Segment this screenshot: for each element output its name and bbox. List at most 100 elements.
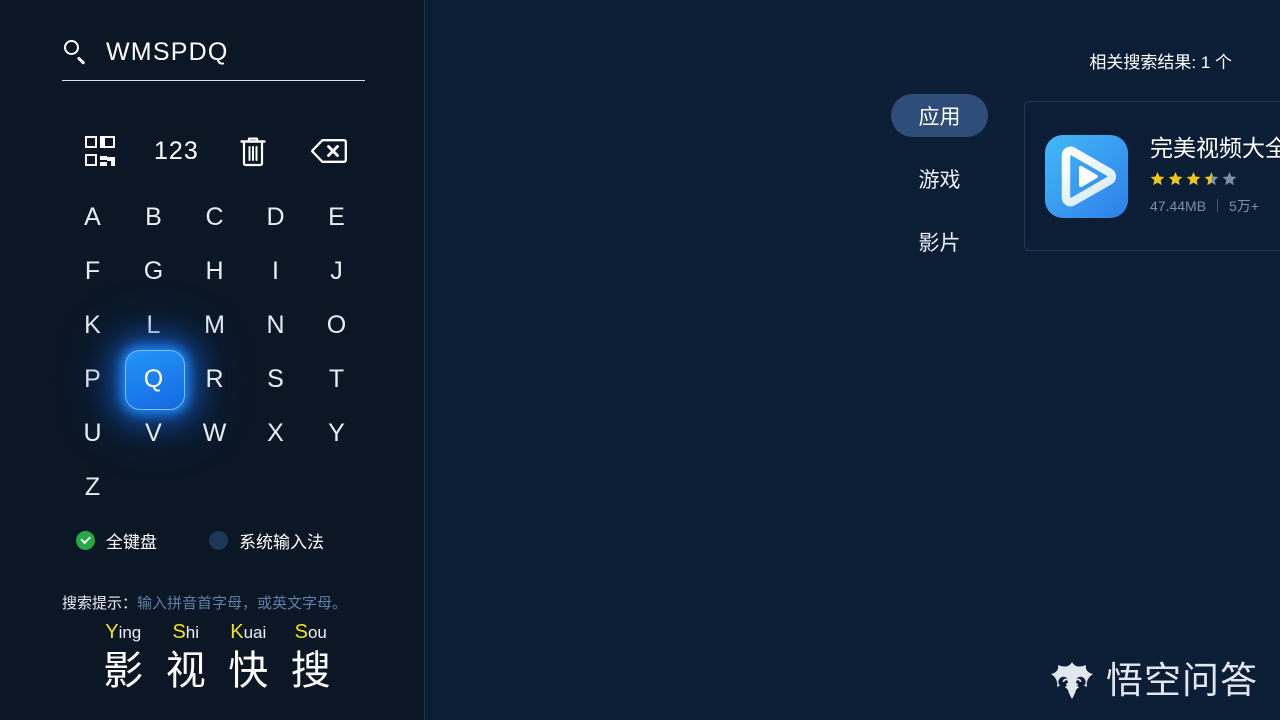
radio-unchecked-icon bbox=[209, 531, 228, 550]
key-label: K bbox=[84, 310, 101, 339]
search-field[interactable]: WMSPDQ bbox=[62, 31, 365, 73]
input-mode-full-keyboard[interactable]: 全键盘 bbox=[76, 528, 157, 553]
brand-chinese-row: 影视快搜 bbox=[92, 649, 342, 694]
key-label: M bbox=[204, 310, 225, 339]
app-title: 完美视频大全 bbox=[1150, 134, 1280, 161]
key-label: I bbox=[272, 256, 279, 285]
key-label: D bbox=[266, 202, 285, 231]
search-underline bbox=[62, 80, 365, 81]
key-t[interactable]: T bbox=[306, 352, 367, 406]
brand-char-3: 快 bbox=[228, 649, 269, 693]
key-f[interactable]: F bbox=[62, 244, 123, 298]
watermark: 悟空问答 bbox=[1048, 660, 1258, 700]
input-mode-options: 全键盘 系统输入法 bbox=[76, 528, 376, 553]
key-w[interactable]: W bbox=[184, 406, 245, 460]
key-label: P bbox=[84, 364, 101, 393]
key-e[interactable]: E bbox=[306, 190, 367, 244]
brand-char-4: 搜 bbox=[290, 649, 331, 693]
brand-logo: Ying Shi Kuai Sou 影视快搜 bbox=[92, 622, 342, 694]
key-u[interactable]: U bbox=[62, 406, 123, 460]
key-c[interactable]: C bbox=[184, 190, 245, 244]
backspace-button[interactable] bbox=[291, 128, 367, 174]
clear-all-button[interactable] bbox=[215, 128, 291, 174]
brand-pinyin-initial: K bbox=[230, 621, 244, 643]
key-o[interactable]: O bbox=[306, 298, 367, 352]
key-label: Q bbox=[143, 364, 164, 393]
key-x[interactable]: X bbox=[245, 406, 306, 460]
key-label: Z bbox=[84, 472, 101, 501]
brand-pinyin-2: Shi bbox=[155, 622, 218, 642]
star-2 bbox=[1168, 171, 1183, 185]
key-g[interactable]: G bbox=[123, 244, 184, 298]
key-label: H bbox=[205, 256, 224, 285]
key-label: B bbox=[145, 202, 162, 231]
result-card-app[interactable]: 完美视频大全 47.44MB 5万+ bbox=[1024, 101, 1280, 251]
play-button-app-icon bbox=[1045, 134, 1128, 218]
star-1 bbox=[1150, 171, 1165, 185]
key-h[interactable]: H bbox=[184, 244, 245, 298]
category-tab-1[interactable]: 应用 bbox=[891, 94, 988, 137]
app-info: 完美视频大全 47.44MB 5万+ bbox=[1150, 134, 1280, 216]
key-z[interactable]: Z bbox=[62, 460, 123, 514]
input-mode-system-ime-label: 系统输入法 bbox=[239, 533, 324, 552]
key-label: W bbox=[202, 418, 227, 447]
keyboard-toolbar: 123 bbox=[62, 128, 367, 174]
key-label: S bbox=[267, 364, 284, 393]
category-tab-2[interactable]: 游戏 bbox=[891, 157, 988, 200]
brand-char-2: 视 bbox=[165, 649, 206, 693]
alphabet-keyboard[interactable]: A B C D E F G H I J K L M N O P Q R S T U V W X Y Z bbox=[62, 190, 367, 514]
key-b[interactable]: B bbox=[123, 190, 184, 244]
key-label: T bbox=[328, 364, 345, 393]
key-label: E bbox=[328, 202, 345, 231]
key-a[interactable]: A bbox=[62, 190, 123, 244]
key-s[interactable]: S bbox=[245, 352, 306, 406]
key-l[interactable]: L bbox=[123, 298, 184, 352]
key-m[interactable]: M bbox=[184, 298, 245, 352]
search-hint-text: 输入拼音首字母，或英文字母。 bbox=[137, 595, 348, 612]
input-mode-system-ime[interactable]: 系统输入法 bbox=[209, 528, 324, 553]
brand-pinyin-1: Ying bbox=[92, 622, 155, 642]
brand-pinyin-initial: S bbox=[294, 621, 308, 643]
brand-pinyin-initial: Y bbox=[105, 621, 119, 643]
key-label: F bbox=[84, 256, 101, 285]
trash-icon bbox=[239, 137, 266, 167]
key-p[interactable]: P bbox=[62, 352, 123, 406]
key-label: V bbox=[145, 418, 162, 447]
search-hint: 搜索提示： 输入拼音首字母，或英文字母。 bbox=[62, 592, 347, 613]
category-tabs: 应用 游戏 影片 bbox=[891, 94, 988, 283]
app-downloads: 5万+ bbox=[1229, 197, 1260, 214]
qr-code-icon bbox=[85, 136, 116, 166]
star-5 bbox=[1222, 171, 1237, 185]
key-k[interactable]: K bbox=[62, 298, 123, 352]
key-d[interactable]: D bbox=[245, 190, 306, 244]
key-label: J bbox=[330, 256, 343, 285]
wukong-mask-icon bbox=[1051, 662, 1093, 699]
key-label: N bbox=[266, 310, 285, 339]
numeric-mode-button[interactable]: 123 bbox=[138, 128, 214, 174]
brand-pinyin-rest: uai bbox=[243, 623, 267, 642]
key-r[interactable]: R bbox=[184, 352, 245, 406]
qr-code-button[interactable] bbox=[62, 128, 138, 174]
key-n[interactable]: N bbox=[245, 298, 306, 352]
brand-pinyin-initial: S bbox=[172, 621, 186, 643]
key-v[interactable]: V bbox=[123, 406, 184, 460]
key-y[interactable]: Y bbox=[306, 406, 367, 460]
key-label: X bbox=[267, 418, 284, 447]
category-tab-3[interactable]: 影片 bbox=[891, 220, 988, 263]
search-input-value: WMSPDQ bbox=[106, 37, 229, 66]
key-label: U bbox=[83, 418, 102, 447]
key-i[interactable]: I bbox=[245, 244, 306, 298]
star-3 bbox=[1186, 171, 1201, 185]
key-q[interactable]: Q bbox=[123, 350, 185, 410]
meta-separator bbox=[1217, 199, 1219, 212]
key-label: G bbox=[143, 256, 164, 285]
input-mode-full-keyboard-label: 全键盘 bbox=[106, 533, 157, 552]
brand-pinyin-rest: ing bbox=[118, 623, 142, 642]
key-label: C bbox=[205, 202, 224, 231]
brand-pinyin-rest: ou bbox=[307, 623, 327, 642]
key-j[interactable]: J bbox=[306, 244, 367, 298]
keyboard-panel: WMSPDQ 123 A B C D E F G H I J K L M N O… bbox=[0, 0, 425, 720]
results-panel: 相关搜索结果: 1 个 应用 游戏 影片 完美视频大全 47.44MB 5万+ … bbox=[425, 0, 1280, 720]
key-label: R bbox=[205, 364, 224, 393]
brand-char-1: 影 bbox=[103, 649, 144, 693]
